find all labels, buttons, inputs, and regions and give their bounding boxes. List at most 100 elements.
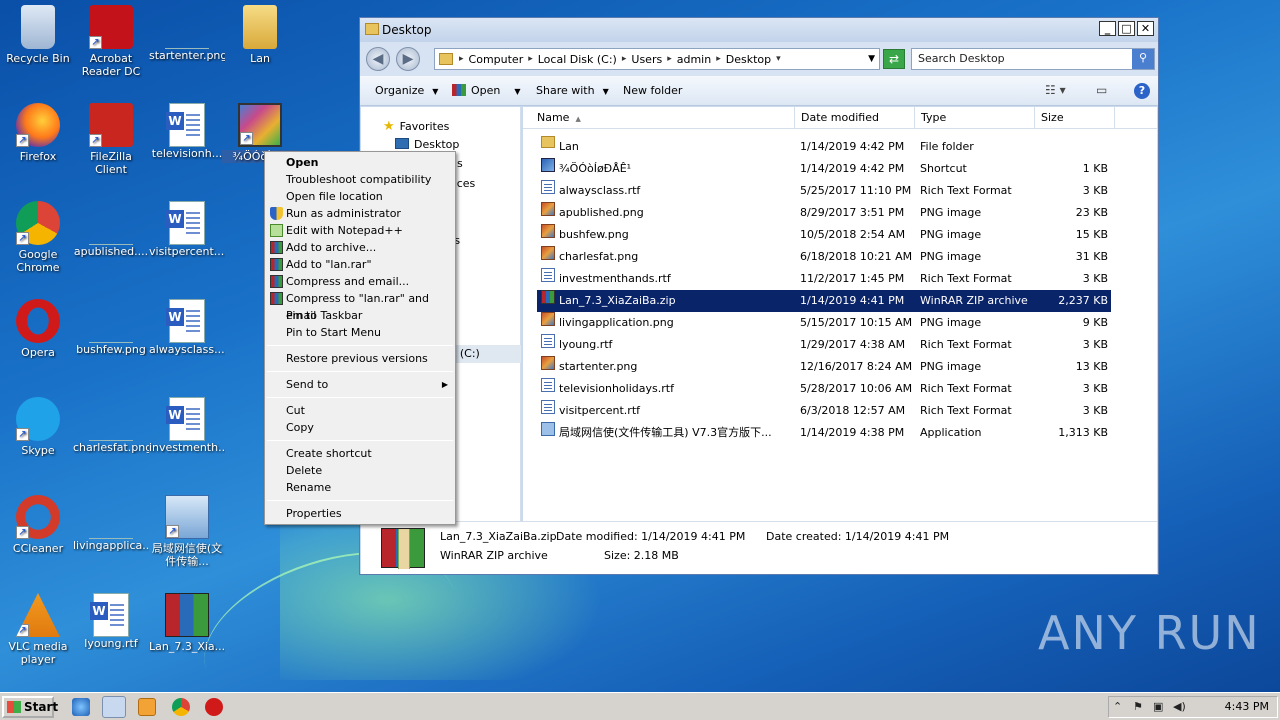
menu-pin-to-start-menu[interactable]: Pin to Start Menu <box>266 324 454 341</box>
desktop-icon-item[interactable]: bushfew.png <box>73 299 149 356</box>
desktop-icon-item[interactable]: livingapplica... <box>73 495 149 552</box>
file-row[interactable]: televisionholidays.rtf 5/28/2017 10:06 AM… <box>537 378 1111 400</box>
nav-favorites[interactable]: ★ Favorites <box>383 119 449 134</box>
desktop-icon-item[interactable]: visitpercent.... <box>149 201 225 258</box>
menu-troubleshoot-compatibility[interactable]: Troubleshoot compatibility <box>266 171 454 188</box>
chevron-down-icon[interactable]: ▼ <box>868 54 875 64</box>
menu-copy[interactable]: Copy <box>266 419 454 436</box>
open-button[interactable]: Open ▼ <box>452 84 521 97</box>
context-menu[interactable]: Open Troubleshoot compatibility Open fil… <box>264 151 456 525</box>
desktop-icon-item[interactable]: ↗ Firefox <box>0 103 76 163</box>
breadcrumb-users[interactable]: Users <box>631 53 662 66</box>
menu-compress-to-lan-rar-email[interactable]: Compress to "lan.rar" and email <box>266 290 454 322</box>
title-bar[interactable]: Desktop _ □ ✕ <box>360 18 1158 42</box>
menu-add-to-lan-rar[interactable]: Add to "lan.rar" <box>266 256 454 273</box>
menu-cut[interactable]: Cut <box>266 402 454 419</box>
file-row[interactable]: bushfew.png 10/5/2018 2:54 AM PNG image 15 … <box>537 224 1111 246</box>
desktop-icon-item[interactable]: televisionh... <box>149 103 225 160</box>
refresh-button[interactable]: ⇄ <box>883 49 905 69</box>
breadcrumb-admin[interactable]: admin <box>677 53 711 66</box>
column-name[interactable]: Name ▲ <box>523 107 795 129</box>
help-icon[interactable]: ? <box>1134 83 1150 99</box>
folder-icon <box>365 23 379 35</box>
search-icon[interactable]: ⚲ <box>1132 49 1154 69</box>
action-center-flag-icon[interactable]: ⚑ <box>1133 700 1147 714</box>
internet-explorer-icon[interactable] <box>72 698 90 716</box>
file-row[interactable]: 局域网信使(文件传输工具) V7.3官方版下... 1/14/2019 4:38 … <box>537 422 1111 444</box>
column-size[interactable]: Size <box>1035 107 1115 129</box>
desktop-icon-item[interactable]: apublished.... <box>73 201 149 258</box>
file-row[interactable]: alwaysclass.rtf 5/25/2017 11:10 PM Rich Te… <box>537 180 1111 202</box>
file-row[interactable]: charlesfat.png 6/18/2018 10:21 AM PNG imag… <box>537 246 1111 268</box>
explorer-window[interactable]: Desktop _ □ ✕ ◀ ▶ ▸ Computer ▸ Local Dis… <box>359 17 1159 575</box>
menu-send-to[interactable]: Send to ▶ <box>266 376 454 393</box>
organize-button[interactable]: Organize ▼ <box>375 84 438 97</box>
file-row[interactable]: investmenthands.rtf 11/2/2017 1:45 PM Rich… <box>537 268 1111 290</box>
desktop-icon-item[interactable]: ↗ 局域网信使(文件传输... <box>149 495 225 568</box>
column-date-modified[interactable]: Date modified <box>795 107 915 129</box>
windows-explorer-icon[interactable] <box>102 696 126 718</box>
file-row[interactable]: Lan_7.3_XiaZaiBa.zip 1/14/2019 4:41 PM Win… <box>537 290 1111 312</box>
desktop-icon-item[interactable]: ↗ FileZilla Client <box>73 103 149 176</box>
desktop-icon-item[interactable]: investmenth... <box>149 397 225 454</box>
clock[interactable]: 4:43 PM <box>1225 700 1269 713</box>
back-button[interactable]: ◀ <box>366 47 390 71</box>
view-options-icon[interactable]: ☷ ▾ <box>1045 83 1066 97</box>
search-input[interactable]: Search Desktop ⚲ <box>911 48 1155 70</box>
menu-create-shortcut[interactable]: Create shortcut <box>266 445 454 462</box>
maximize-button[interactable]: □ <box>1118 21 1135 36</box>
file-row[interactable]: lyoung.rtf 1/29/2017 4:38 AM Rich Text For… <box>537 334 1111 356</box>
menu-edit-with-notepad[interactable]: Edit with Notepad++ <box>266 222 454 239</box>
show-hidden-icons-icon[interactable]: ⌃ <box>1113 700 1127 714</box>
file-list[interactable]: Name ▲ Date modified Type Size Lan 1/14/20… <box>523 107 1157 521</box>
file-row[interactable]: startenter.png 12/16/2017 8:24 AM PNG imag… <box>537 356 1111 378</box>
folder-file-icon <box>541 136 555 148</box>
desktop-icon-item[interactable]: Recycle Bin <box>0 5 76 65</box>
menu-pin-to-taskbar[interactable]: Pin to Taskbar <box>266 307 454 324</box>
menu-rename[interactable]: Rename <box>266 479 454 496</box>
forward-button[interactable]: ▶ <box>396 47 420 71</box>
file-row[interactable]: ¾ÖÓòÍøÐÅÊ¹ 1/14/2019 4:42 PM Shortcut 1 KB <box>537 158 1111 180</box>
breadcrumb-local-disk[interactable]: Local Disk (C:) <box>538 53 617 66</box>
breadcrumb-computer[interactable]: Computer <box>469 53 524 66</box>
desktop-icon-item[interactable]: ↗ Skype <box>0 397 76 457</box>
desktop-icon-item[interactable]: Opera <box>0 299 76 359</box>
minimize-button[interactable]: _ <box>1099 21 1116 36</box>
menu-run-as-administrator[interactable]: Run as administrator <box>266 205 454 222</box>
nav-desktop[interactable]: Desktop <box>395 138 459 151</box>
file-row[interactable]: apublished.png 8/29/2017 3:51 PM PNG image… <box>537 202 1111 224</box>
new-folder-button[interactable]: New folder <box>623 84 682 97</box>
file-row[interactable]: visitpercent.rtf 6/3/2018 12:57 AM Rich Te… <box>537 400 1111 422</box>
menu-open-file-location[interactable]: Open file location <box>266 188 454 205</box>
close-button[interactable]: ✕ <box>1137 21 1154 36</box>
share-with-button[interactable]: Share with ▼ <box>536 84 609 97</box>
preview-pane-icon[interactable]: ▭ <box>1096 83 1107 97</box>
media-player-icon[interactable] <box>138 698 156 716</box>
desktop-icon-item[interactable]: Lan_7.3_Xia... <box>149 593 225 653</box>
menu-restore-previous-versions[interactable]: Restore previous versions <box>266 350 454 367</box>
desktop-icon-item[interactable]: ↗ CCleaner <box>0 495 76 555</box>
desktop-icon-item[interactable]: charlesfat.png <box>73 397 149 454</box>
column-type[interactable]: Type <box>915 107 1035 129</box>
menu-open[interactable]: Open <box>266 154 454 171</box>
breadcrumb-desktop[interactable]: Desktop <box>726 53 771 66</box>
desktop-icon-item[interactable]: ↗ Acrobat Reader DC <box>73 5 149 78</box>
desktop-icon-item[interactable]: alwaysclass.... <box>149 299 225 356</box>
file-row[interactable]: livingapplication.png 5/15/2017 10:15 AM P… <box>537 312 1111 334</box>
volume-icon[interactable]: ◀) <box>1173 700 1187 714</box>
desktop-icon-item[interactable]: Lan <box>222 5 298 65</box>
menu-add-to-archive[interactable]: Add to archive... <box>266 239 454 256</box>
address-bar[interactable]: ▸ Computer ▸ Local Disk (C:) ▸ Users ▸ a… <box>434 48 880 70</box>
menu-delete[interactable]: Delete <box>266 462 454 479</box>
chrome-icon[interactable] <box>172 698 190 716</box>
opera-icon[interactable] <box>205 698 223 716</box>
start-button[interactable]: Start <box>2 696 58 718</box>
network-icon[interactable]: ▣ <box>1153 700 1167 714</box>
desktop-icon-item[interactable]: startenter.png <box>149 5 225 62</box>
menu-compress-and-email[interactable]: Compress and email... <box>266 273 454 290</box>
menu-properties[interactable]: Properties <box>266 505 454 522</box>
desktop-icon-item[interactable]: lyoung.rtf <box>73 593 149 650</box>
file-row[interactable]: Lan 1/14/2019 4:42 PM File folder <box>537 136 1111 158</box>
desktop-icon-item[interactable]: ↗ VLC media player <box>0 593 76 666</box>
desktop-icon-item[interactable]: ↗ Google Chrome <box>0 201 76 274</box>
